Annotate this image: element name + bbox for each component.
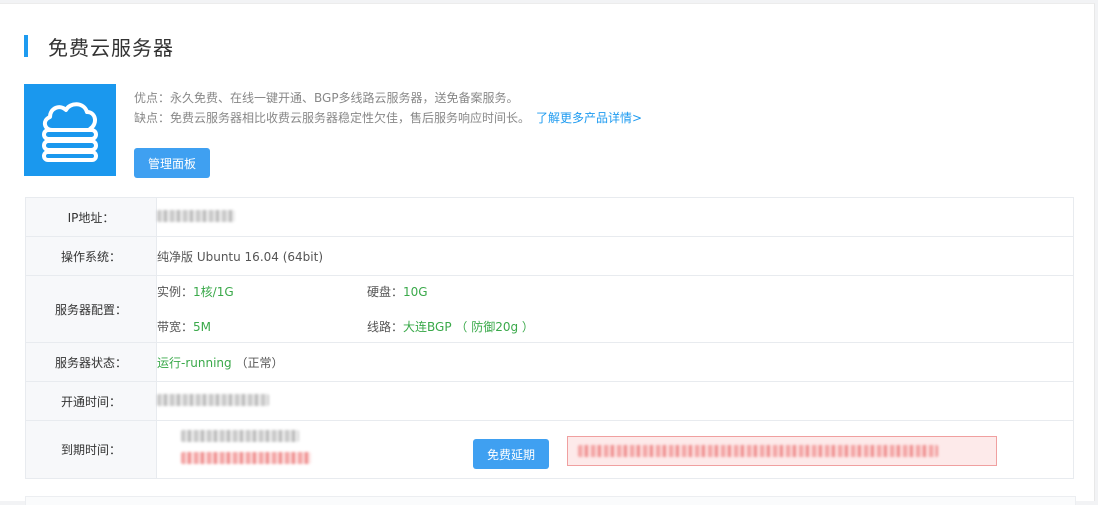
instance-label: 实例：: [157, 285, 194, 299]
table-row: 操作系统： 纯净版 Ubuntu 16.04 (64bit): [25, 236, 1074, 276]
product-description: 优点：永久免费、在线一键开通、BGP多线路云服务器，送免备案服务。 缺点：免费云…: [134, 88, 642, 128]
os-value: 纯净版 Ubuntu 16.04 (64bit): [156, 236, 1074, 276]
page-header: 免费云服务器: [24, 32, 174, 60]
expire-time-redacted: [181, 430, 299, 442]
table-row: IP地址：: [25, 197, 1074, 237]
disk-value: 10G: [403, 285, 428, 299]
page-title: 免费云服务器: [48, 35, 174, 60]
line-label: 线路：: [367, 320, 404, 334]
disk-label: 硬盘：: [367, 285, 404, 299]
product-pros: 优点：永久免费、在线一键开通、BGP多线路云服务器，送免备案服务。: [134, 91, 519, 105]
title-accent-bar: [24, 35, 28, 57]
server-info-table: IP地址： 操作系统： 纯净版 Ubuntu 16.04 (64bit) 服务器…: [25, 197, 1074, 479]
table-row: 服务器状态： 运行-running （正常）: [25, 342, 1074, 382]
learn-more-link[interactable]: 了解更多产品详情>: [536, 111, 642, 125]
bandwidth-label: 带宽：: [157, 320, 194, 334]
product-logo: [24, 84, 116, 176]
expire-remaining-redacted: [181, 452, 311, 464]
product-cons-line: 缺点：免费云服务器相比收费云服务器稳定性欠佳，售后服务响应时间长。 了解更多产品详…: [134, 108, 642, 128]
next-section-edge: [25, 496, 1076, 505]
table-row: 到期时间： 免费延期: [25, 420, 1074, 479]
ip-label: IP地址：: [25, 197, 157, 237]
bandwidth-value: 5M: [193, 320, 212, 334]
open-time-label: 开通时间：: [25, 381, 157, 421]
product-summary: 优点：永久免费、在线一键开通、BGP多线路云服务器，送免备案服务。 缺点：免费云…: [24, 84, 1074, 179]
server-panel: 免费云服务器 优点：永久免费、在线一键开通、BGP多线路云服务器，送免备案服务。…: [0, 3, 1095, 505]
ip-value-redacted: [157, 209, 235, 222]
config-row: 实例：1核/1G 硬盘：10G: [157, 283, 1073, 300]
product-cons: 缺点：免费云服务器相比收费云服务器稳定性欠佳，售后服务响应时间长。: [134, 111, 531, 125]
expire-label: 到期时间：: [25, 420, 157, 479]
renew-notice-redacted: [578, 445, 938, 457]
cloud-server-icon: [42, 102, 98, 162]
status-note: （正常）: [235, 355, 284, 370]
instance-value: 1核/1G: [193, 285, 234, 299]
table-row: 开通时间：: [25, 381, 1074, 421]
os-label: 操作系统：: [25, 236, 157, 276]
config-label: 服务器配置：: [25, 275, 157, 343]
config-row: 带宽：5M 线路：大连BGP （ 防御20g ）: [157, 318, 1073, 335]
status-value: 运行-running: [157, 355, 232, 370]
open-time-redacted: [157, 393, 269, 406]
free-renew-button[interactable]: 免费延期: [473, 439, 549, 469]
manage-panel-button[interactable]: 管理面板: [134, 148, 210, 178]
table-row: 服务器配置： 实例：1核/1G 硬盘：10G 带宽：5M 线路：大连BGP （ …: [25, 275, 1074, 343]
renew-notice: [567, 436, 997, 466]
status-label: 服务器状态：: [25, 342, 157, 382]
line-value: 大连BGP （ 防御20g ）: [403, 320, 534, 334]
